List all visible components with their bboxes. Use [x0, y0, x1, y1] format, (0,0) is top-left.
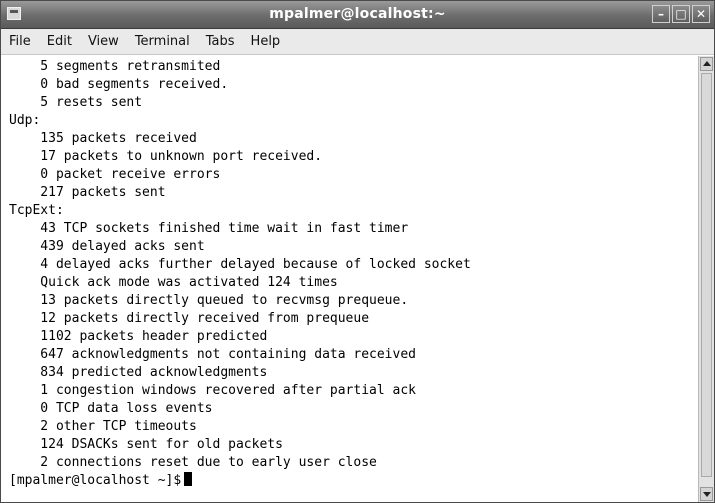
arrow-up-icon[interactable]: [700, 57, 713, 71]
terminal-line: 12 packets directly received from preque…: [9, 311, 370, 326]
terminal-line: 43 TCP sockets finished time wait in fas…: [9, 221, 409, 236]
terminal-line: 124 DSACKs sent for old packets: [9, 437, 283, 452]
menu-help[interactable]: Help: [249, 32, 283, 51]
text-cursor: [184, 472, 193, 486]
terminal-line: 1102 packets header predicted: [9, 329, 268, 344]
terminal-line: Udp:: [9, 113, 41, 128]
minimize-button[interactable]: –: [652, 5, 670, 23]
arrow-down-icon[interactable]: [700, 487, 713, 501]
maximize-button[interactable]: □: [672, 5, 690, 23]
window-title: mpalmer@localhost:~: [269, 6, 446, 22]
shell-prompt: [mpalmer@localhost ~]$: [9, 473, 182, 488]
prompt-line[interactable]: [mpalmer@localhost ~]$: [9, 472, 193, 490]
terminal-line: 0 bad segments received.: [9, 77, 229, 92]
menu-view[interactable]: View: [86, 32, 121, 51]
menu-bar: File Edit View Terminal Tabs Help: [1, 29, 714, 55]
terminal-line: 5 segments retransmited: [9, 59, 221, 74]
terminal-line: 0 packet receive errors: [9, 167, 221, 182]
terminal-output[interactable]: 5 segments retransmited 0 bad segments r…: [1, 56, 698, 502]
terminal-line: 834 predicted acknowledgments: [9, 365, 268, 380]
menu-edit[interactable]: Edit: [45, 32, 74, 51]
terminal-line: 4 delayed acks further delayed because o…: [9, 257, 471, 272]
terminal-line: 647 acknowledgments not containing data …: [9, 347, 416, 362]
terminal-window: mpalmer@localhost:~ – □ ✕ File Edit View…: [0, 0, 715, 503]
terminal-line: 1 congestion windows recovered after par…: [9, 383, 416, 398]
terminal-line: Quick ack mode was activated 124 times: [9, 275, 338, 290]
terminal-line: 0 TCP data loss events: [9, 401, 213, 416]
terminal-line: 2 other TCP timeouts: [9, 419, 197, 434]
terminal-line: 17 packets to unknown port received.: [9, 149, 323, 164]
terminal-line: 13 packets directly queued to recvmsg pr…: [9, 293, 409, 308]
menu-file[interactable]: File: [7, 32, 33, 51]
menu-tabs[interactable]: Tabs: [204, 32, 237, 51]
terminal-line: 135 packets received: [9, 131, 197, 146]
scroll-thumb[interactable]: [701, 73, 712, 477]
terminal-line: 5 resets sent: [9, 95, 143, 110]
window-controls: – □ ✕: [652, 5, 710, 23]
close-button[interactable]: ✕: [692, 5, 710, 23]
menu-terminal[interactable]: Terminal: [133, 32, 192, 51]
vertical-scrollbar[interactable]: [698, 56, 714, 502]
terminal-line: 439 delayed acks sent: [9, 239, 205, 254]
terminal-line: 2 connections reset due to early user cl…: [9, 455, 377, 470]
terminal-line: 217 packets sent: [9, 185, 166, 200]
terminal-line: TcpExt:: [9, 203, 64, 218]
title-bar[interactable]: mpalmer@localhost:~ – □ ✕: [1, 1, 714, 29]
